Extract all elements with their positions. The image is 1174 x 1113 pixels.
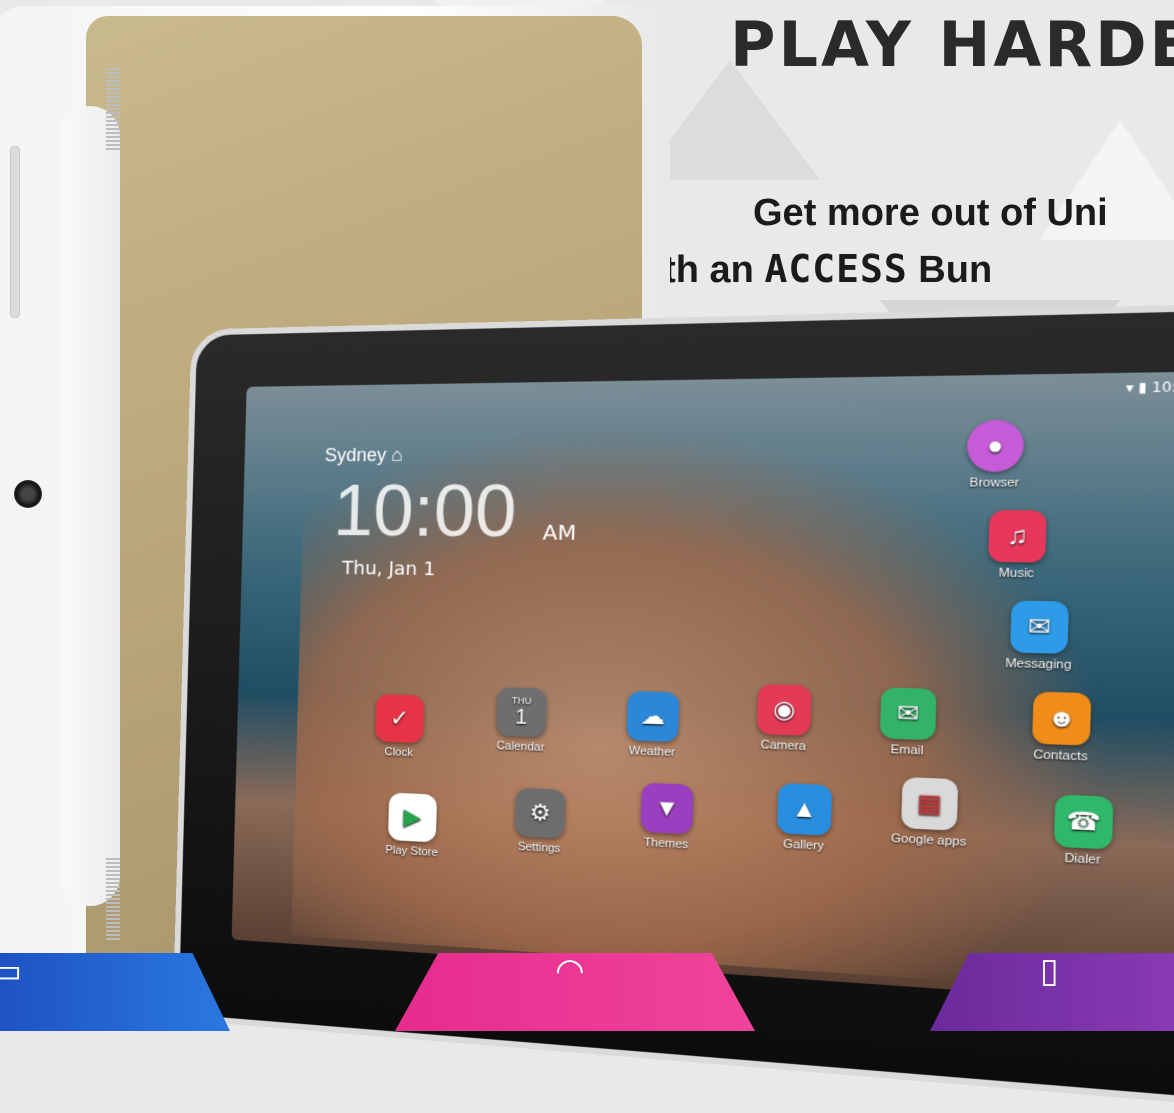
google-apps-icon: ▦ — [901, 776, 959, 831]
calendar-icon: THU 1 — [495, 687, 547, 738]
ad-headline: PLAY HARDE — [730, 8, 1174, 81]
app-messaging[interactable]: ✉ Messaging — [989, 600, 1091, 672]
dialer-icon: ☎ — [1053, 794, 1114, 850]
app-browser[interactable]: ● Browser — [945, 419, 1046, 490]
clock-widget-date: Thu, Jan 1 — [341, 557, 436, 581]
app-label: Email — [890, 743, 924, 758]
app-dialer[interactable]: ☎ Dialer — [1032, 794, 1135, 869]
app-clock[interactable]: ✓ Clock — [357, 693, 442, 760]
ad-subline-1: Get more out of Uni — [753, 192, 1108, 234]
screen-icon: ▭ — [0, 951, 23, 991]
app-label: Calendar — [496, 739, 545, 755]
circle-icon: ◠ — [555, 951, 585, 991]
app-google-apps[interactable]: ▦ Google apps — [880, 776, 979, 850]
app-label: Messaging — [1005, 656, 1072, 673]
speaker-grille-top — [106, 66, 120, 150]
app-play-store[interactable]: ▶ Play Store — [370, 792, 455, 860]
rear-camera-icon — [14, 480, 42, 508]
tablet-screen: ▾ ▮ 10:00 AM Sydney ⌂ 10:00 AM Thu, Jan … — [231, 370, 1174, 1011]
app-label: Settings — [517, 840, 561, 856]
clock-icon: ✓ — [375, 693, 425, 744]
contacts-icon: ☻ — [1032, 691, 1092, 746]
messaging-icon: ✉ — [1010, 600, 1069, 654]
tablet-back-white-strip — [60, 106, 120, 906]
browser-icon: ● — [966, 419, 1025, 472]
gallery-icon: ▲ — [776, 782, 833, 836]
app-label: Contacts — [1033, 748, 1088, 764]
app-label: Gallery — [782, 837, 824, 854]
ad-subline-2-suffix: Bun — [907, 249, 993, 291]
category-tile-purple: ▯ — [930, 953, 1174, 1031]
app-label: Clock — [384, 745, 414, 760]
app-gallery[interactable]: ▲ Gallery — [757, 782, 852, 854]
app-label: Themes — [643, 836, 689, 852]
book-icon: ▯ — [1040, 951, 1059, 991]
volume-button — [10, 146, 20, 318]
app-themes[interactable]: ▼ Themes — [621, 782, 713, 853]
app-label: Weather — [628, 744, 676, 760]
access-brand-word: ACCESS — [764, 247, 908, 291]
category-tile-blue: ▭ — [0, 953, 230, 1031]
weather-icon: ☁ — [626, 691, 680, 743]
status-time: 10:00 AM — [1151, 378, 1174, 396]
app-label: Browser — [969, 476, 1020, 490]
app-music[interactable]: ♫ Music — [967, 510, 1068, 581]
app-settings[interactable]: ⚙ Settings — [496, 787, 584, 857]
home-icon: ⌂ — [391, 444, 404, 466]
city-label: Sydney — [324, 444, 387, 466]
app-label: Camera — [760, 738, 807, 754]
app-email[interactable]: ✉ Email — [859, 687, 957, 759]
weather-city: Sydney ⌂ — [325, 444, 403, 466]
themes-icon: ▼ — [640, 782, 694, 835]
ad-subline-2: with an ACCESS Bun — [623, 247, 992, 292]
music-icon: ♫ — [988, 510, 1047, 563]
app-weather[interactable]: ☁ Weather — [607, 690, 698, 760]
calendar-day: 1 — [514, 705, 528, 729]
category-tile-pink: ◠ — [395, 953, 755, 1031]
app-camera[interactable]: ◉ Camera — [737, 683, 832, 754]
email-icon: ✉ — [879, 687, 937, 741]
clock-widget-time: 10:00 — [332, 469, 518, 552]
status-bar: ▾ ▮ 10:00 AM — [1126, 378, 1174, 396]
calendar-weekday: THU — [511, 694, 532, 706]
speaker-grille-bottom — [106, 856, 120, 940]
app-contacts[interactable]: ☻ Contacts — [1010, 691, 1112, 765]
settings-icon: ⚙ — [514, 787, 566, 839]
clock-widget-ampm: AM — [542, 519, 577, 546]
app-label: Music — [998, 566, 1035, 581]
play-store-icon: ▶ — [387, 792, 438, 843]
camera-icon: ◉ — [756, 683, 812, 736]
app-calendar[interactable]: THU 1 Calendar — [477, 687, 565, 755]
app-label: Dialer — [1064, 851, 1101, 868]
